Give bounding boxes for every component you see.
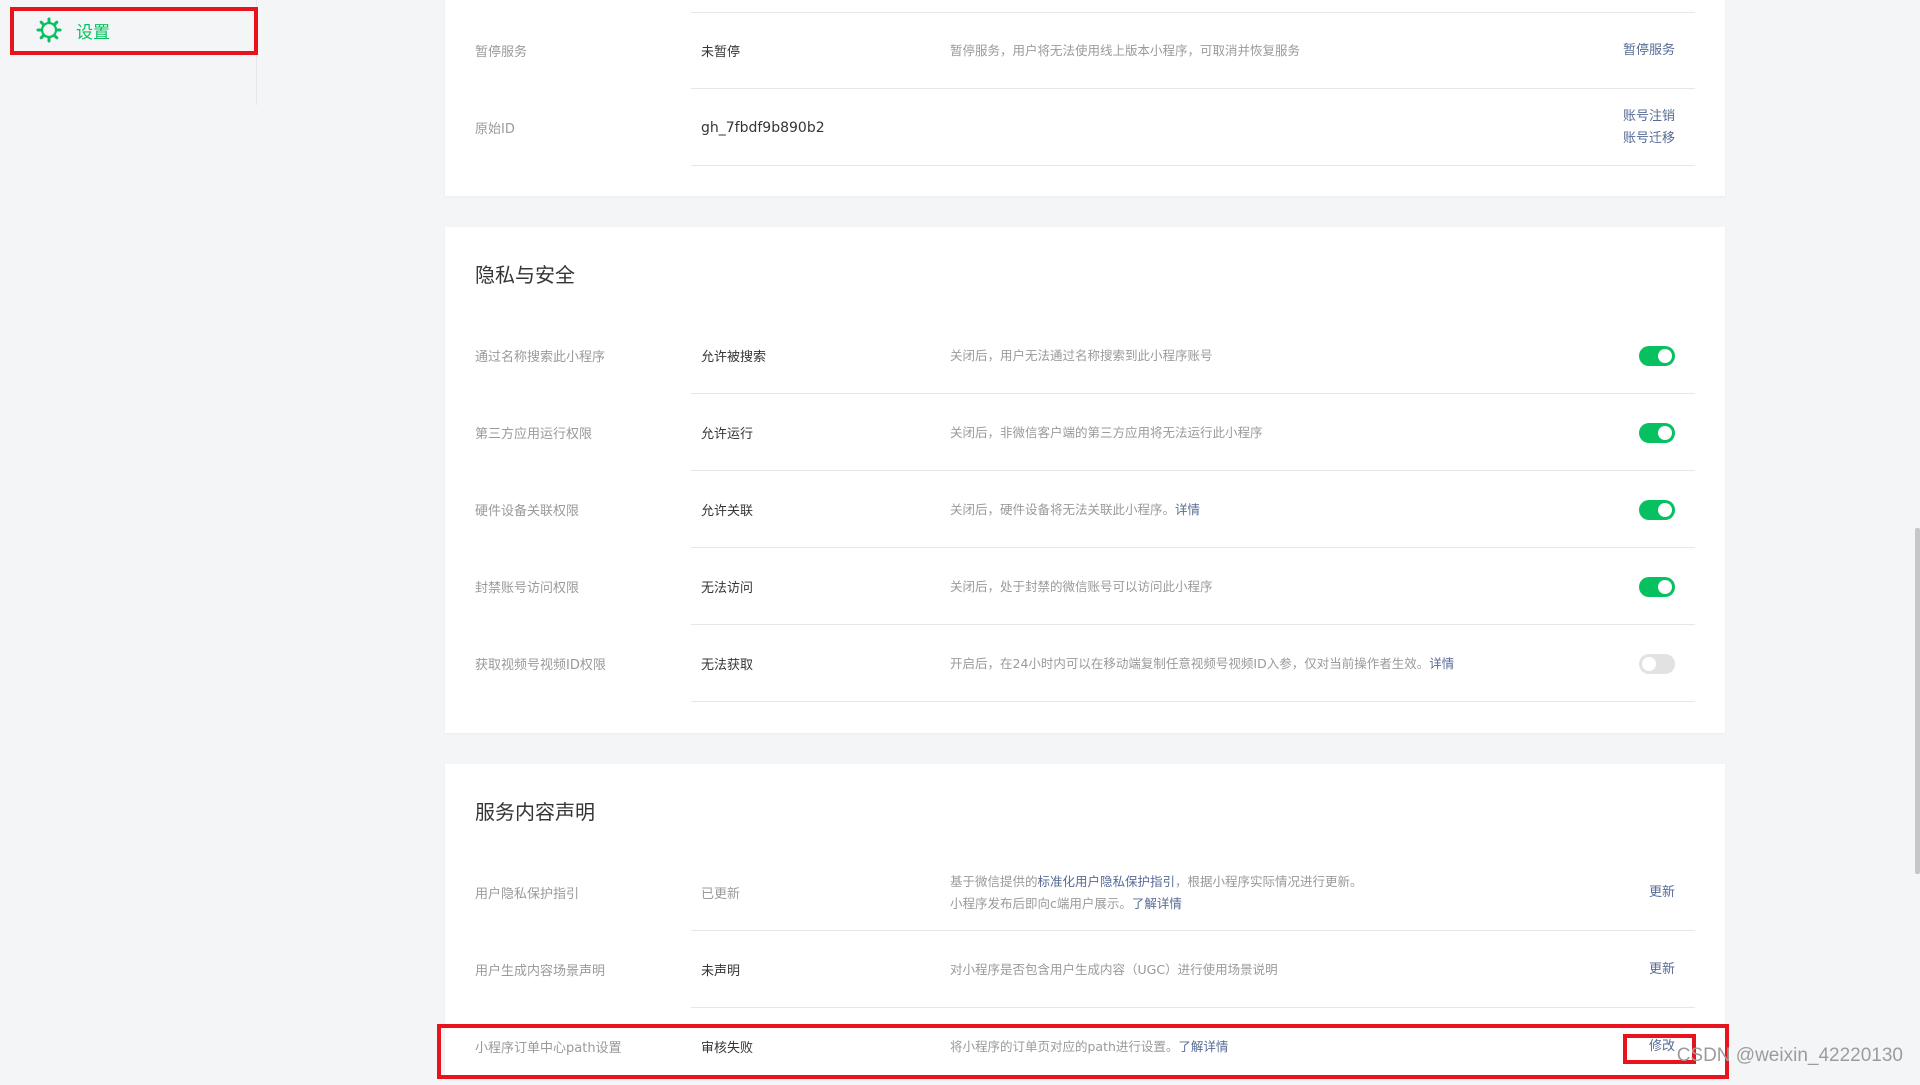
sidebar-item-label: 设置 [76, 22, 110, 43]
setting-description: 开启后，在24小时内可以在移动端复制任意视频号视频ID入参，仅对当前操作者生效。… [950, 655, 1455, 671]
setting-description: 关闭后，用户无法通过名称搜索到此小程序账号 [950, 347, 1213, 363]
setting-actions: 更新 [1649, 854, 1675, 931]
banned-access-toggle[interactable] [1639, 576, 1675, 597]
update-link[interactable]: 更新 [1649, 882, 1675, 904]
setting-value: 允许关联 [701, 504, 754, 519]
setting-row-banned-access: 封禁账号访问权限 无法访问 关闭后，处于封禁的微信账号可以访问此小程序 [445, 548, 1725, 625]
toggle-knob [1658, 348, 1672, 363]
setting-value: 无法访问 [701, 581, 754, 596]
privacy-security-card: 隐私与安全 通过名称搜索此小程序 允许被搜索 关闭后，用户无法通过名称搜索到此小… [445, 227, 1725, 733]
setting-value: 允许被搜索 [701, 350, 767, 365]
setting-description: 关闭后，非微信客户端的第三方应用将无法运行此小程序 [950, 424, 1263, 440]
setting-value: 已更新 [701, 887, 741, 902]
setting-description: 关闭后，硬件设备将无法关联此小程序。详情 [950, 501, 1201, 517]
setting-row-order-center-path: 小程序订单中心path设置 审核失败 将小程序的订单页对应的path进行设置。了… [445, 1008, 1725, 1085]
video-id-toggle[interactable] [1639, 653, 1675, 674]
gear-icon [36, 17, 62, 43]
setting-value: 允许运行 [701, 427, 754, 442]
toggle-knob [1658, 579, 1672, 594]
setting-row-video-id: 获取视频号视频ID权限 无法获取 开启后，在24小时内可以在移动端复制任意视频号… [445, 625, 1725, 702]
setting-description: 将小程序的订单页对应的path进行设置。了解详情 [950, 1038, 1229, 1054]
service-declaration-card: 服务内容声明 用户隐私保护指引 已更新 基于微信提供的标准化用户隐私保护指引，根… [445, 764, 1725, 1079]
setting-row-privacy-guide: 用户隐私保护指引 已更新 基于微信提供的标准化用户隐私保护指引，根据小程序实际情… [445, 854, 1725, 931]
setting-value: 未暂停 [701, 45, 741, 60]
sidebar: 设置 [0, 0, 257, 105]
setting-value: 审核失败 [701, 1041, 754, 1056]
setting-label: 获取视频号视频ID权限 [475, 658, 606, 673]
toggle-knob [1642, 656, 1656, 671]
setting-row-third-party-run: 第三方应用运行权限 允许运行 关闭后，非微信客户端的第三方应用将无法运行此小程序 [445, 394, 1725, 471]
setting-label: 通过名称搜索此小程序 [475, 350, 606, 365]
toggle-knob [1658, 425, 1672, 440]
learn-more-link[interactable]: 了解详情 [1178, 1039, 1228, 1054]
setting-actions: 更新 [1649, 931, 1675, 1008]
setting-description: 对小程序是否包含用户生成内容（UGC）进行使用场景说明 [950, 961, 1278, 977]
setting-row-original-id: 原始ID gh_7fbdf9b890b2 账号注销 账号迁移 [445, 89, 1725, 166]
setting-row-ugc-declaration: 用户生成内容场景声明 未声明 对小程序是否包含用户生成内容（UGC）进行使用场景… [445, 931, 1725, 1008]
divider [691, 165, 1695, 166]
learn-more-link[interactable]: 了解详情 [1132, 896, 1182, 911]
setting-value: 未声明 [701, 964, 741, 979]
setting-label: 封禁账号访问权限 [475, 581, 580, 596]
setting-actions: 修改 [1649, 1008, 1675, 1085]
account-cancel-link[interactable]: 账号注销 [1623, 106, 1675, 128]
setting-label: 原始ID [475, 122, 515, 137]
setting-label: 小程序订单中心path设置 [475, 1041, 622, 1056]
setting-label: 用户隐私保护指引 [475, 887, 580, 902]
setting-label: 第三方应用运行权限 [475, 427, 593, 442]
setting-actions: 暂停服务 [1623, 12, 1675, 89]
setting-description: 暂停服务，用户将无法使用线上版本小程序，可取消并恢复服务 [950, 42, 1301, 58]
original-id-value: gh_7fbdf9b890b2 [701, 119, 825, 136]
basic-settings-card: 暂停服务 未暂停 暂停服务，用户将无法使用线上版本小程序，可取消并恢复服务 暂停… [445, 0, 1725, 196]
setting-row-search-by-name [445, 227, 1725, 304]
setting-row-hardware-link: 硬件设备关联权限 允许关联 关闭后，硬件设备将无法关联此小程序。详情 [445, 471, 1725, 548]
setting-row-search-by-name: 通过名称搜索此小程序 允许被搜索 关闭后，用户无法通过名称搜索到此小程序账号 [445, 317, 1725, 394]
sidebar-item-settings[interactable]: 设置 [14, 10, 252, 50]
scrollbar[interactable] [1915, 528, 1920, 874]
setting-description: 关闭后，处于封禁的微信账号可以访问此小程序 [950, 578, 1213, 594]
toggle-knob [1658, 502, 1672, 517]
hardware-link-toggle[interactable] [1639, 499, 1675, 520]
modify-link[interactable]: 修改 [1649, 1036, 1675, 1058]
setting-actions: 账号注销 账号迁移 [1623, 89, 1675, 166]
third-party-run-toggle[interactable] [1639, 422, 1675, 443]
card-title: 服务内容声明 [475, 800, 595, 824]
setting-description: 基于微信提供的标准化用户隐私保护指引，根据小程序实际情况进行更新。 小程序发布后… [950, 873, 1363, 911]
account-migrate-link[interactable]: 账号迁移 [1623, 128, 1675, 150]
update-link[interactable]: 更新 [1649, 959, 1675, 981]
setting-label: 用户生成内容场景声明 [475, 964, 606, 979]
pause-service-link[interactable]: 暂停服务 [1623, 40, 1675, 62]
privacy-guide-link[interactable]: 标准化用户隐私保护指引 [1038, 874, 1176, 889]
details-link[interactable]: 详情 [1429, 656, 1454, 671]
watermark: CSDN @weixin_42220130 [1676, 1045, 1903, 1066]
search-by-name-toggle[interactable] [1639, 345, 1675, 366]
setting-row-pause-service: 暂停服务 未暂停 暂停服务，用户将无法使用线上版本小程序，可取消并恢复服务 暂停… [445, 12, 1725, 89]
divider [691, 701, 1695, 702]
setting-label: 暂停服务 [475, 45, 528, 60]
setting-value: 无法获取 [701, 658, 754, 673]
details-link[interactable]: 详情 [1175, 502, 1200, 517]
setting-label: 硬件设备关联权限 [475, 504, 580, 519]
